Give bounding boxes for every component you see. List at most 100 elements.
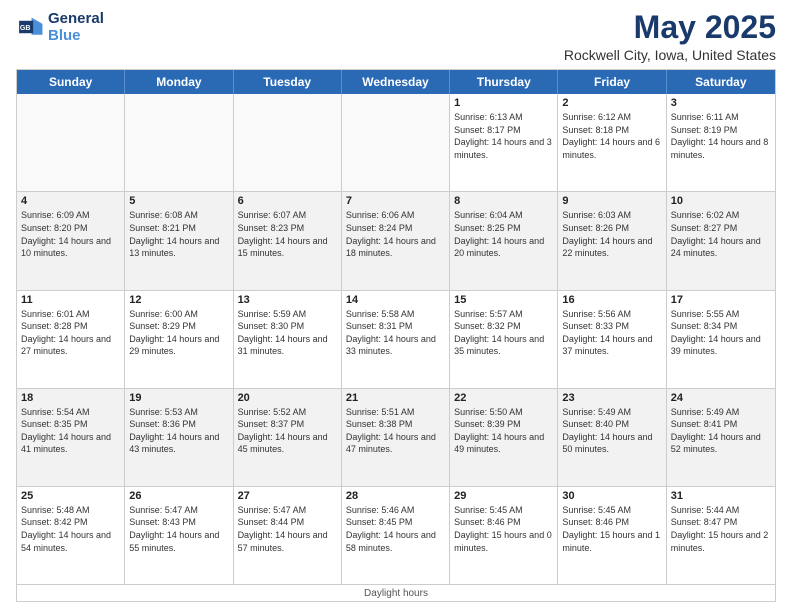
cell-info: Sunrise: 5:47 AMSunset: 8:43 PMDaylight:… (129, 504, 228, 554)
cal-cell-3: 3 Sunrise: 6:11 AMSunset: 8:19 PMDaylight… (667, 94, 775, 191)
cal-cell-14: 14 Sunrise: 5:58 AMSunset: 8:31 PMDayligh… (342, 291, 450, 388)
cell-info: Sunrise: 6:11 AMSunset: 8:19 PMDaylight:… (671, 111, 771, 161)
day-number: 26 (129, 490, 228, 502)
cal-cell-26: 26 Sunrise: 5:47 AMSunset: 8:43 PMDayligh… (125, 487, 233, 584)
cal-cell-10: 10 Sunrise: 6:02 AMSunset: 8:27 PMDayligh… (667, 192, 775, 289)
day-number: 20 (238, 392, 337, 404)
day-number: 7 (346, 195, 445, 207)
cal-cell-15: 15Sunrise: 5:57 AMSunset: 8:32 PMDayligh… (450, 291, 558, 388)
cell-info: Sunrise: 5:44 AMSunset: 8:47 PMDaylight:… (671, 504, 771, 554)
cal-cell-23: 23 Sunrise: 5:49 AMSunset: 8:40 PMDayligh… (558, 389, 666, 486)
cell-info: Sunrise: 6:00 AMSunset: 8:29 PMDaylight:… (129, 308, 228, 358)
logo: GB General Blue (16, 10, 104, 45)
day-number: 3 (671, 97, 771, 109)
cell-info: Sunrise: 5:54 AMSunset: 8:35 PMDaylight:… (21, 406, 120, 456)
day-number: 8 (454, 195, 553, 207)
cell-info: Sunrise: 5:49 AMSunset: 8:41 PMDaylight:… (671, 406, 771, 456)
day-number: 14 (346, 294, 445, 306)
day-number: 16 (562, 294, 661, 306)
day-number: 25 (21, 490, 120, 502)
day-number: 10 (671, 195, 771, 207)
header: GB General Blue May 2025 Rockwell City, … (16, 10, 776, 63)
cell-info: Sunrise: 5:51 AMSunset: 8:38 PMDaylight:… (346, 406, 445, 456)
cell-info: Sunrise: 5:50 AMSunset: 8:39 PMDaylight:… (454, 406, 553, 456)
cal-cell-28: 28 Sunrise: 5:46 AMSunset: 8:45 PMDayligh… (342, 487, 450, 584)
day-number: 19 (129, 392, 228, 404)
cal-cell-29: 29 Sunrise: 5:45 AMSunset: 8:46 PMDayligh… (450, 487, 558, 584)
cell-info: Sunrise: 6:01 AMSunset: 8:28 PMDaylight:… (21, 308, 120, 358)
day-number: 11 (21, 294, 120, 306)
day-number: 29 (454, 490, 553, 502)
cell-info: Sunrise: 6:06 AMSunset: 8:24 PMDaylight:… (346, 209, 445, 259)
cal-cell-12: 12 Sunrise: 6:00 AMSunset: 8:29 PMDayligh… (125, 291, 233, 388)
cell-info: Sunrise: 5:58 AMSunset: 8:31 PMDaylight:… (346, 308, 445, 358)
calendar-header-row: SundayMondayTuesdayWednesdayThursdayFrid… (17, 70, 775, 94)
cell-info: Sunrise: 6:02 AMSunset: 8:27 PMDaylight:… (671, 209, 771, 259)
day-number: 22 (454, 392, 553, 404)
cal-cell-8: 8 Sunrise: 6:04 AMSunset: 8:25 PMDaylight… (450, 192, 558, 289)
cell-info: Sunrise: 6:07 AMSunset: 8:23 PMDaylight:… (238, 209, 337, 259)
day-number: 9 (562, 195, 661, 207)
day-number: 17 (671, 294, 771, 306)
cal-cell-18: 18 Sunrise: 5:54 AMSunset: 8:35 PMDayligh… (17, 389, 125, 486)
day-number: 31 (671, 490, 771, 502)
cal-header-tuesday: Tuesday (234, 70, 342, 94)
day-number: 21 (346, 392, 445, 404)
cal-cell-empty-0-3 (342, 94, 450, 191)
cal-cell-empty-0-2 (234, 94, 342, 191)
day-number: 6 (238, 195, 337, 207)
logo-line1: General (48, 10, 104, 27)
day-number: 27 (238, 490, 337, 502)
cal-header-monday: Monday (125, 70, 233, 94)
day-number: 18 (21, 392, 120, 404)
cell-info: Sunrise: 5:48 AMSunset: 8:42 PMDaylight:… (21, 504, 120, 554)
cal-week-3: 11 Sunrise: 6:01 AMSunset: 8:28 PMDayligh… (17, 291, 775, 389)
cell-info: Sunrise: 5:53 AMSunset: 8:36 PMDaylight:… (129, 406, 228, 456)
cal-cell-1: 1Sunrise: 6:13 AMSunset: 8:17 PMDaylight… (450, 94, 558, 191)
cell-info: Sunrise: 5:45 AMSunset: 8:46 PMDaylight:… (562, 504, 661, 554)
cell-info: Sunrise: 5:46 AMSunset: 8:45 PMDaylight:… (346, 504, 445, 554)
cell-info: Sunrise: 5:55 AMSunset: 8:34 PMDaylight:… (671, 308, 771, 358)
day-number: 12 (129, 294, 228, 306)
cal-cell-27: 27Sunrise: 5:47 AMSunset: 8:44 PMDayligh… (234, 487, 342, 584)
cal-cell-empty-0-0 (17, 94, 125, 191)
cell-info: Sunrise: 6:08 AMSunset: 8:21 PMDaylight:… (129, 209, 228, 259)
cell-info: Sunrise: 6:04 AMSunset: 8:25 PMDaylight:… (454, 209, 553, 259)
cell-info: Sunrise: 5:59 AMSunset: 8:30 PMDaylight:… (238, 308, 337, 358)
day-number: 2 (562, 97, 661, 109)
subtitle: Rockwell City, Iowa, United States (564, 47, 776, 63)
cal-week-5: 25 Sunrise: 5:48 AMSunset: 8:42 PMDayligh… (17, 487, 775, 584)
logo-line2: Blue (48, 27, 104, 44)
day-number: 15 (454, 294, 553, 306)
cal-cell-19: 19 Sunrise: 5:53 AMSunset: 8:36 PMDayligh… (125, 389, 233, 486)
cell-info: Sunrise: 6:12 AMSunset: 8:18 PMDaylight:… (562, 111, 661, 161)
cal-cell-2: 2 Sunrise: 6:12 AMSunset: 8:18 PMDaylight… (558, 94, 666, 191)
cal-header-saturday: Saturday (667, 70, 775, 94)
logo-icon: GB (16, 13, 44, 41)
cal-header-friday: Friday (558, 70, 666, 94)
calendar: SundayMondayTuesdayWednesdayThursdayFrid… (16, 69, 776, 602)
day-number: 23 (562, 392, 661, 404)
footer-note: Daylight hours (17, 584, 775, 601)
cal-header-wednesday: Wednesday (342, 70, 450, 94)
cal-cell-13: 13 Sunrise: 5:59 AMSunset: 8:30 PMDayligh… (234, 291, 342, 388)
cal-header-sunday: Sunday (17, 70, 125, 94)
cell-info: Sunrise: 5:52 AMSunset: 8:37 PMDaylight:… (238, 406, 337, 456)
day-number: 4 (21, 195, 120, 207)
day-number: 24 (671, 392, 771, 404)
page: GB General Blue May 2025 Rockwell City, … (0, 0, 792, 612)
day-number: 28 (346, 490, 445, 502)
cal-week-1: 1Sunrise: 6:13 AMSunset: 8:17 PMDaylight… (17, 94, 775, 192)
logo-text: General Blue (48, 10, 104, 45)
cal-week-4: 18 Sunrise: 5:54 AMSunset: 8:35 PMDayligh… (17, 389, 775, 487)
cal-cell-11: 11 Sunrise: 6:01 AMSunset: 8:28 PMDayligh… (17, 291, 125, 388)
cal-cell-4: 4Sunrise: 6:09 AMSunset: 8:20 PMDaylight… (17, 192, 125, 289)
cell-info: Sunrise: 5:49 AMSunset: 8:40 PMDaylight:… (562, 406, 661, 456)
footer-text: Daylight hours (364, 588, 428, 599)
cal-cell-20: 20 Sunrise: 5:52 AMSunset: 8:37 PMDayligh… (234, 389, 342, 486)
cal-cell-24: 24 Sunrise: 5:49 AMSunset: 8:41 PMDayligh… (667, 389, 775, 486)
cal-cell-5: 5Sunrise: 6:08 AMSunset: 8:21 PMDaylight… (125, 192, 233, 289)
day-number: 13 (238, 294, 337, 306)
cal-cell-30: 30Sunrise: 5:45 AMSunset: 8:46 PMDayligh… (558, 487, 666, 584)
cell-info: Sunrise: 5:45 AMSunset: 8:46 PMDaylight:… (454, 504, 553, 554)
